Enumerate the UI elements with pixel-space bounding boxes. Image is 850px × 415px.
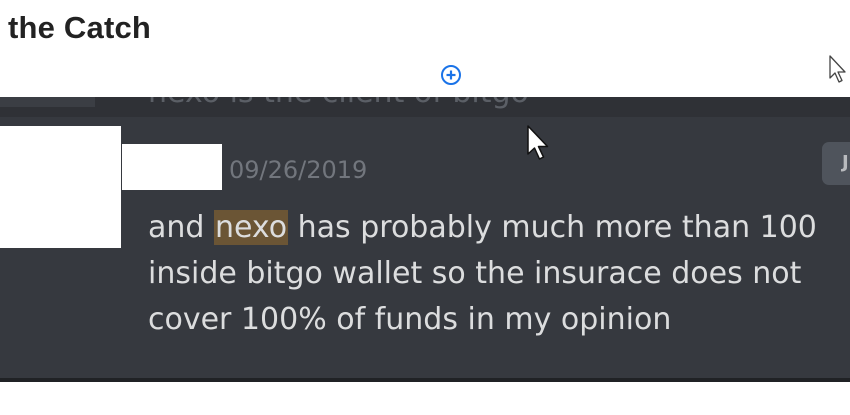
message-body: and nexo has probably much more than 100… (148, 205, 850, 343)
previous-message-text: nexo is the client of bitgo (148, 97, 529, 110)
tag-label: Jun (842, 152, 850, 173)
chat-screenshot: nexo is the client of bitgo 09/26/2019 J… (0, 97, 850, 382)
previous-message: nexo is the client of bitgo (0, 97, 850, 117)
message-line-2: inside bitgo wallet so the insurace does… (148, 256, 802, 291)
message-timestamp: 09/26/2019 (229, 156, 368, 184)
page-title: the Catch (8, 10, 152, 45)
divider (0, 378, 850, 382)
search-highlight: nexo (213, 210, 289, 245)
message-text: has probably much more than 100 (288, 210, 817, 245)
message-line-3: cover 100% of funds in my opinion (148, 302, 672, 337)
avatar (0, 126, 121, 248)
previous-avatar (0, 97, 95, 107)
mouse-cursor-icon (527, 125, 549, 160)
message-line-1: and nexo has probably much more than 100 (148, 205, 850, 251)
pointer-cursor-icon (829, 55, 846, 83)
tag-badge: Jun (822, 142, 850, 185)
plus-circle-icon[interactable] (440, 64, 462, 86)
message-text: and (148, 210, 214, 245)
username-redacted (122, 144, 222, 190)
